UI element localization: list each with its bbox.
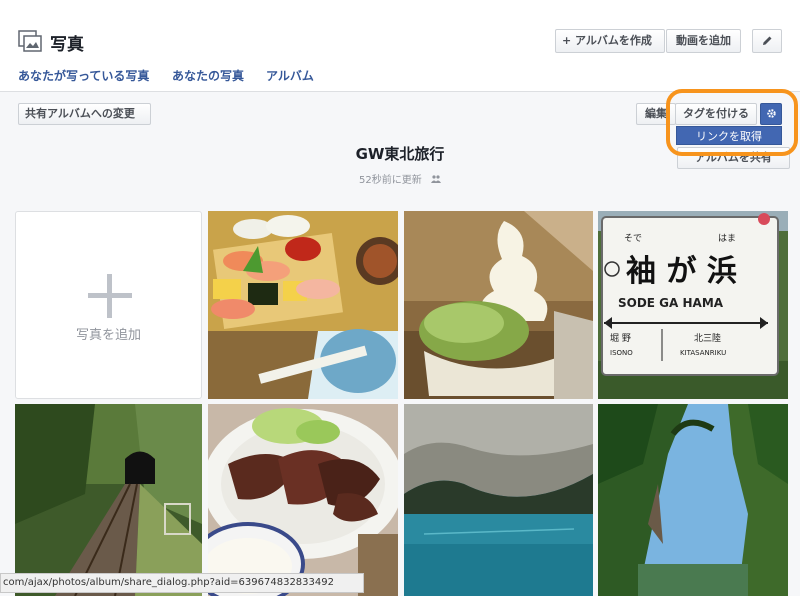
sign-right-station: 北三陸 [694,332,721,344]
photo-gyutan[interactable] [208,404,398,596]
photo-cave-water[interactable] [404,404,593,596]
sign-left-station: 堀 野 [610,333,631,344]
photo-soft-serve[interactable] [404,211,593,399]
photo-railway-tunnel[interactable] [15,404,202,596]
status-bar-url: com/ajax/photos/album/share_dialog.php?a… [0,573,364,593]
pencil-icon [763,36,772,45]
album-meta: 52秒前に更新 [0,171,800,186]
sign-left-romaji: ISONO [610,349,633,357]
sign-romaji: SODE GA HAMA [618,296,724,310]
photo-station-sign[interactable]: そで はま 袖 が 浜 SODE GA HAMA 堀 野 ISONO 北三陸 K… [598,211,788,399]
photo-gorge[interactable] [598,404,788,596]
create-album-button[interactable]: + アルバムを作成 [555,29,665,53]
photo-sushi[interactable] [208,211,398,399]
page-title: 写真 [50,35,84,55]
add-photo-label: 写真を追加 [75,328,141,343]
tab-photos-of-you[interactable]: あなたが写っている写真 [18,67,149,84]
add-photo-tile[interactable]: 写真を追加 [15,211,202,399]
tab-your-photos[interactable]: あなたの写真 [172,67,244,84]
photos-header: 写真 + アルバムを作成 動画を追加 あなたが写っている写真 あなたの写真 アル… [0,0,800,92]
sign-furigana-right: はま [718,233,736,244]
convert-shared-album-button[interactable]: 共有アルバムへの変更 [18,103,151,125]
tab-albums[interactable]: アルバム [266,67,314,84]
sign-furigana-left: そで [624,233,642,244]
edit-button[interactable] [752,29,782,53]
photos-icon [18,30,42,52]
sign-kanji: 袖 が 浜 [626,254,737,289]
album-title: GW東北旅行 [355,145,445,163]
updated-time: 52秒前に更新 [359,175,422,186]
sign-right-romaji: KITASANRIKU [680,349,726,357]
add-video-button[interactable]: 動画を追加 [666,29,741,53]
friends-icon [430,175,441,183]
